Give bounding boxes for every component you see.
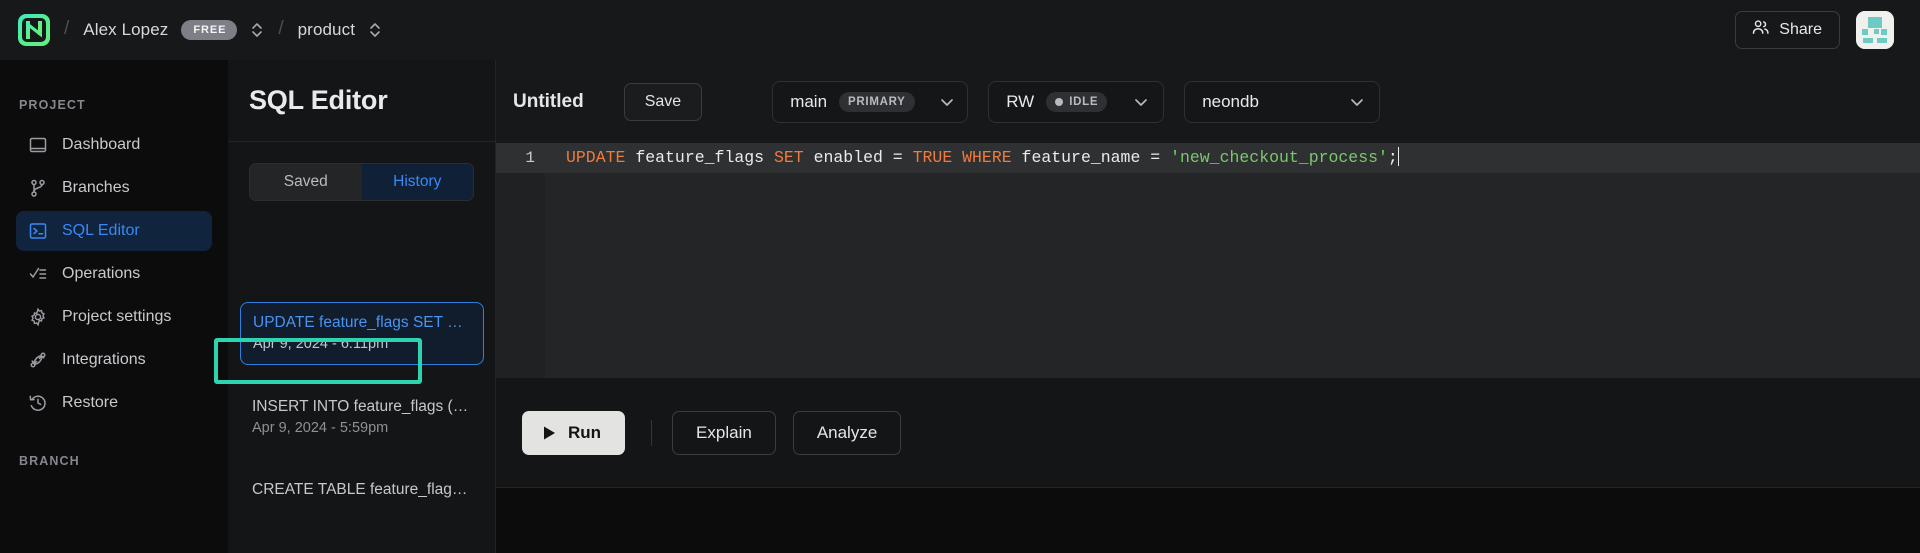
sidebar-item-label: Operations	[62, 265, 140, 283]
breadcrumb-separator-2: /	[278, 18, 283, 40]
history-list: UPDATE feature_flags SET ena… Apr 9, 202…	[228, 276, 496, 515]
top-bar: / Alex Lopez FREE / product Share	[0, 0, 1920, 60]
code-token	[625, 148, 635, 167]
sidebar-item-label: SQL Editor	[62, 222, 140, 240]
sidebar-section-project: PROJECT	[16, 98, 212, 112]
line-number-gutter: 1	[496, 143, 545, 378]
left-sidebar: PROJECT Dashboard Branches SQL Editor Op…	[0, 60, 228, 553]
sidebar-item-integrations[interactable]: Integrations	[16, 340, 212, 380]
branch-selector[interactable]: main PRIMARY	[772, 81, 968, 123]
list-item[interactable]: UPDATE feature_flags SET ena… Apr 9, 202…	[240, 302, 484, 365]
code-token: feature_name =	[1012, 148, 1170, 167]
save-button[interactable]: Save	[624, 83, 702, 121]
explain-button[interactable]: Explain	[672, 411, 776, 455]
text-caret	[1398, 147, 1400, 166]
status-dot-icon	[1055, 98, 1063, 106]
tab-history[interactable]: History	[362, 164, 474, 200]
history-item-query: INSERT INTO feature_flags (fe…	[252, 398, 472, 416]
restore-clock-icon	[28, 393, 48, 413]
database-selector-value: neondb	[1202, 92, 1259, 112]
status-badge: IDLE	[1046, 92, 1107, 112]
sidebar-item-label: Integrations	[62, 351, 146, 369]
history-item-query: CREATE TABLE feature_flags ( f…	[252, 481, 472, 499]
list-item[interactable]: CREATE TABLE feature_flags ( f…	[240, 470, 484, 515]
chevron-down-icon	[1133, 94, 1149, 110]
avatar[interactable]	[1856, 11, 1894, 49]
sidebar-item-operations[interactable]: Operations	[16, 254, 212, 294]
share-button[interactable]: Share	[1735, 11, 1840, 49]
run-button-label: Run	[568, 423, 601, 443]
code-token: ;	[1388, 148, 1398, 167]
project-switcher-chevron-icon[interactable]	[368, 19, 382, 41]
history-item-timestamp: Apr 9, 2024 - 5:59pm	[252, 420, 472, 436]
account-switcher-chevron-icon[interactable]	[250, 19, 264, 41]
history-item-query: UPDATE feature_flags SET ena…	[253, 314, 471, 332]
list-item[interactable]: INSERT INTO feature_flags (fe… Apr 9, 20…	[240, 387, 484, 448]
run-button[interactable]: Run	[522, 411, 625, 455]
tab-saved[interactable]: Saved	[250, 164, 362, 200]
play-icon	[542, 425, 557, 441]
plan-badge: FREE	[181, 20, 237, 40]
history-item-timestamp: Apr 9, 2024 - 6:11pm	[253, 336, 471, 352]
sidebar-item-label: Project settings	[62, 308, 171, 326]
share-button-label: Share	[1779, 21, 1822, 39]
code-token: enabled =	[804, 148, 913, 167]
account-name[interactable]: Alex Lopez	[83, 20, 168, 40]
branches-icon	[28, 178, 48, 198]
integrations-icon	[28, 350, 48, 370]
code-token: 'new_checkout_process'	[1170, 148, 1388, 167]
sidebar-item-label: Branches	[62, 179, 130, 197]
editor-action-bar: Run Explain Analyze	[496, 378, 1920, 487]
dashboard-icon	[28, 135, 48, 155]
results-strip	[496, 487, 1920, 553]
queries-tab-strip: Saved History	[249, 163, 474, 201]
line-number: 1	[496, 143, 545, 173]
sidebar-item-label: Dashboard	[62, 136, 140, 154]
sidebar-item-project-settings[interactable]: Project settings	[16, 297, 212, 337]
users-icon	[1751, 18, 1770, 42]
analyze-button[interactable]: Analyze	[793, 411, 901, 455]
page-title: SQL Editor	[228, 60, 495, 142]
gear-icon	[28, 307, 48, 327]
code-line-1[interactable]: UPDATE feature_flags SET enabled = TRUE …	[545, 143, 1920, 173]
sidebar-item-label: Restore	[62, 394, 118, 412]
code-token: WHERE	[962, 148, 1012, 167]
sql-code-editor[interactable]: 1 UPDATE feature_flags SET enabled = TRU…	[496, 143, 1920, 378]
editor-header: Untitled Save main PRIMARY RW IDLE neond…	[496, 60, 1920, 143]
sidebar-section-branch: BRANCH	[16, 454, 212, 468]
code-token: SET	[774, 148, 804, 167]
code-token	[764, 148, 774, 167]
neon-logo-icon[interactable]	[18, 14, 50, 46]
sidebar-item-dashboard[interactable]: Dashboard	[16, 125, 212, 165]
code-token: TRUE	[913, 148, 953, 167]
code-token: UPDATE	[566, 148, 625, 167]
breadcrumb-separator-1: /	[64, 18, 69, 40]
database-selector[interactable]: neondb	[1184, 81, 1380, 123]
chevron-down-icon	[939, 94, 955, 110]
status-badge-label: IDLE	[1069, 96, 1098, 108]
operations-icon	[28, 264, 48, 284]
branch-primary-pill: PRIMARY	[839, 92, 915, 112]
project-name[interactable]: product	[298, 20, 355, 40]
sidebar-item-branches[interactable]: Branches	[16, 168, 212, 208]
sql-editor-icon	[28, 221, 48, 241]
sidebar-item-restore[interactable]: Restore	[16, 383, 212, 423]
code-token	[952, 148, 962, 167]
document-title[interactable]: Untitled	[513, 91, 584, 113]
sidebar-item-sql-editor[interactable]: SQL Editor	[16, 211, 212, 251]
branch-selector-value: main	[790, 92, 827, 112]
endpoint-selector-value: RW	[1006, 92, 1034, 112]
endpoint-selector[interactable]: RW IDLE	[988, 81, 1164, 123]
chevron-down-icon	[1349, 94, 1365, 110]
queries-panel: SQL Editor Saved History UPDATE feature_…	[228, 60, 496, 553]
code-token: feature_flags	[635, 148, 764, 167]
action-bar-divider	[651, 420, 652, 446]
